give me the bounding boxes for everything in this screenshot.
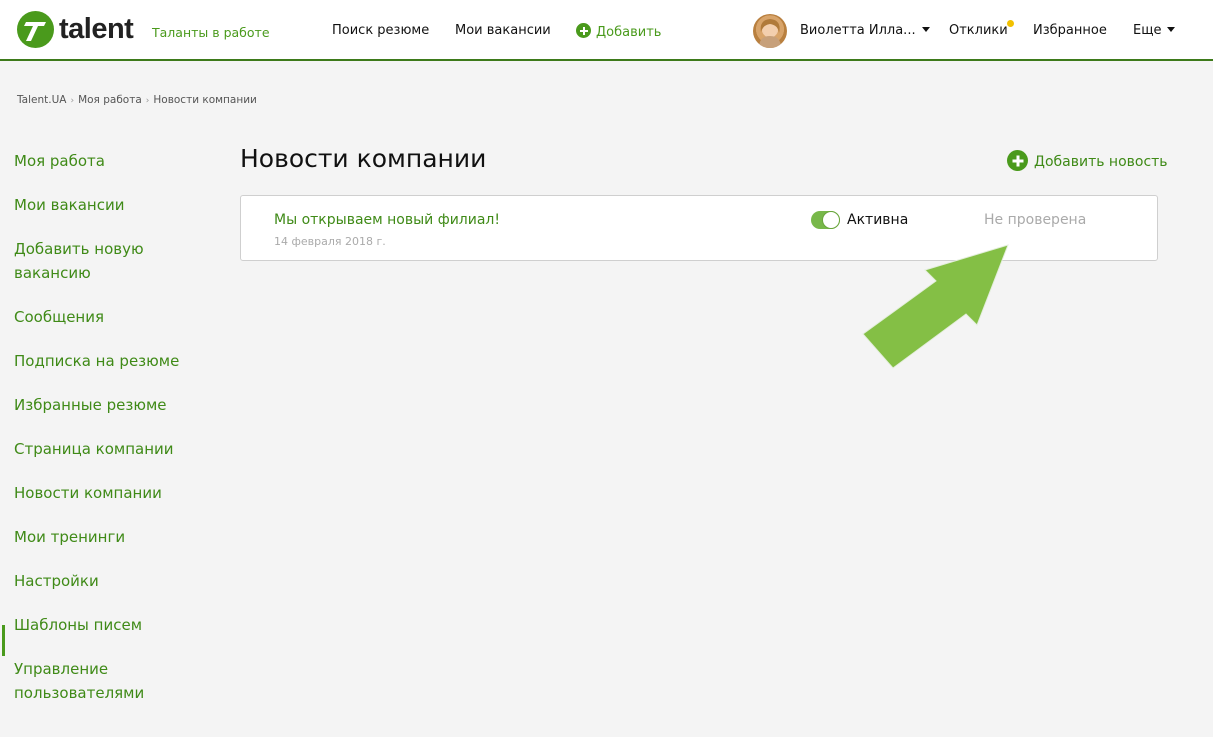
sidebar-item-my-vacancies[interactable]: Мои вакансии: [14, 193, 194, 217]
sidebar-item-messages[interactable]: Сообщения: [14, 305, 194, 329]
breadcrumb-current: Новости компании: [153, 94, 257, 106]
nav-my-vacancies[interactable]: Мои вакансии: [455, 23, 551, 38]
sidebar-item-resume-subscription[interactable]: Подписка на резюме: [14, 349, 194, 373]
notification-dot: [1007, 20, 1014, 27]
nav-more-menu[interactable]: Еще: [1133, 23, 1176, 38]
news-date: 14 февраля 2018 г.: [274, 235, 386, 248]
toggle-knob: [822, 211, 840, 229]
chevron-right-icon: ›: [145, 96, 150, 106]
sidebar-item-company-page[interactable]: Страница компании: [14, 437, 194, 461]
nav-more-label: Еще: [1133, 23, 1162, 38]
breadcrumb-link[interactable]: Моя работа: [78, 94, 142, 106]
brand-name: talent: [59, 13, 134, 45]
breadcrumb: Talent.UA › Моя работа › Новости компании: [17, 94, 257, 106]
nav-search-resume[interactable]: Поиск резюме: [332, 23, 429, 38]
news-title-link[interactable]: Мы открываем новый филиал!: [274, 212, 500, 228]
plus-circle-icon: [576, 23, 591, 38]
chevron-right-icon: ›: [70, 96, 75, 106]
sidebar-item-letter-templates[interactable]: Шаблоны писем: [14, 613, 194, 637]
chevron-down-icon: [1167, 27, 1176, 32]
add-news-button[interactable]: Добавить новость: [1007, 150, 1168, 171]
sidebar-item-user-management[interactable]: Управление пользователями: [14, 657, 154, 705]
talent-logo[interactable]: talent: [17, 11, 134, 48]
brand-tagline: Таланты в работе: [152, 25, 270, 40]
nav-add-button[interactable]: Добавить: [576, 23, 661, 40]
sidebar-active-indicator: [2, 625, 5, 656]
user-menu[interactable]: Виолетта Илла...: [800, 23, 930, 38]
nav-add-label: Добавить: [596, 25, 662, 40]
sidebar-item-my-work[interactable]: Моя работа: [14, 149, 194, 173]
page-title: Новости компании: [240, 144, 487, 173]
user-avatar[interactable]: [753, 14, 787, 48]
sidebar-item-company-news[interactable]: Новости компании: [14, 481, 194, 505]
news-active-toggle[interactable]: [811, 211, 840, 229]
logo-mark-icon: [17, 11, 54, 48]
sidebar-item-my-trainings[interactable]: Мои тренинги: [14, 525, 194, 549]
news-list-item: Мы открываем новый филиал! 14 февраля 20…: [240, 195, 1158, 261]
nav-responses[interactable]: Отклики: [949, 23, 1008, 38]
top-header: talent Таланты в работе Поиск резюме Мои…: [0, 0, 1213, 61]
breadcrumb-link[interactable]: Talent.UA: [17, 94, 66, 106]
chevron-down-icon: [921, 27, 930, 32]
sidebar-item-add-vacancy[interactable]: Добавить новую вакансию: [14, 237, 164, 285]
annotation-arrow-icon: [862, 244, 1009, 369]
add-news-label: Добавить новость: [1034, 154, 1168, 170]
sidebar-item-settings[interactable]: Настройки: [14, 569, 194, 593]
plus-circle-icon: [1007, 150, 1028, 171]
user-name: Виолетта Илла...: [800, 23, 916, 38]
nav-favorites[interactable]: Избранное: [1033, 23, 1107, 38]
sidebar-item-favorite-resumes[interactable]: Избранные резюме: [14, 393, 194, 417]
